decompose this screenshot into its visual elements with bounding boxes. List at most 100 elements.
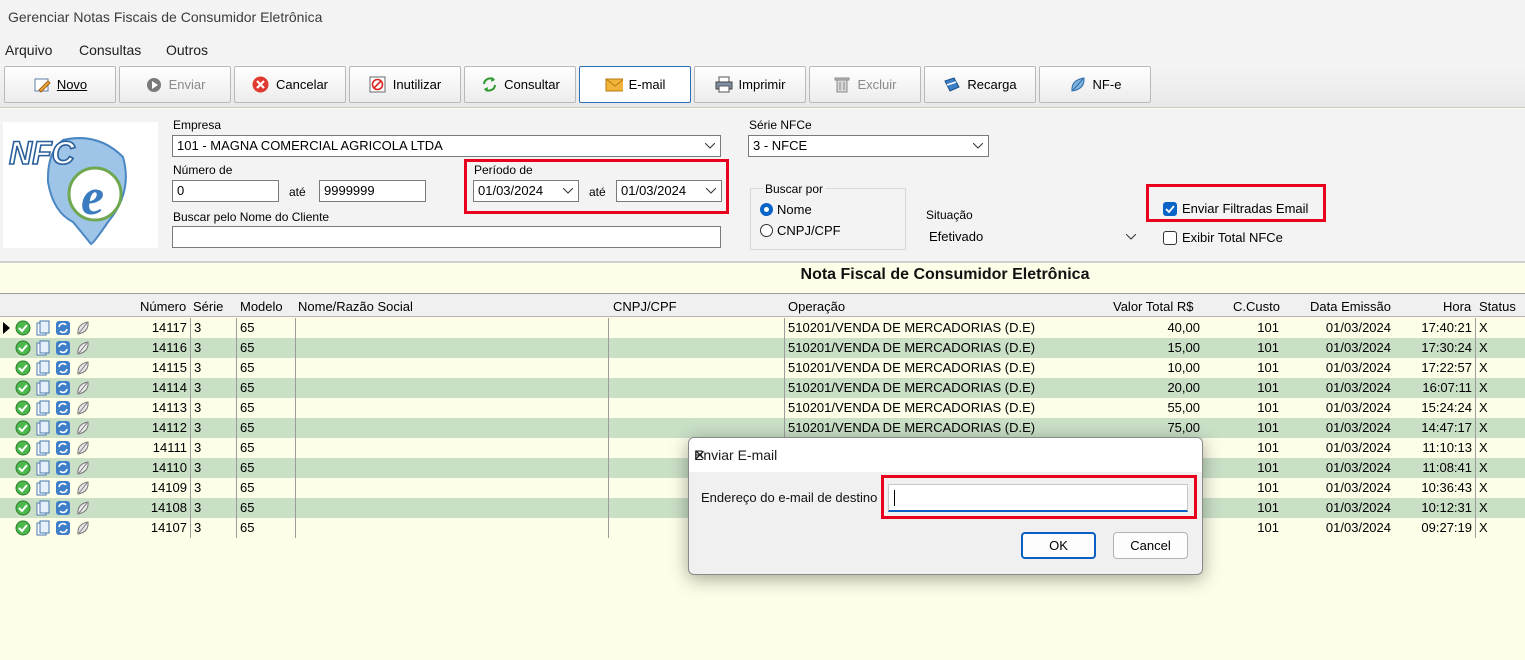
col-hora[interactable]: Hora	[1443, 299, 1471, 314]
copy-document-icon[interactable]	[34, 379, 51, 396]
cell-hora: 16:07:11	[1422, 380, 1472, 395]
table-row[interactable]: 14114 3 65 510201/VENDA DE MERCADORIAS (D.E…	[0, 378, 1525, 398]
copy-document-icon[interactable]	[34, 319, 51, 336]
authorized-check-icon[interactable]	[14, 439, 31, 456]
sync-icon[interactable]	[54, 459, 71, 476]
serie-select[interactable]: 3 - NFCE	[748, 135, 989, 157]
menu-arquivo[interactable]: Arquivo	[5, 42, 52, 58]
sync-icon[interactable]	[54, 519, 71, 536]
table-row[interactable]: 14116 3 65 510201/VENDA DE MERCADORIAS (D.E…	[0, 338, 1525, 358]
clip-leaf-icon[interactable]	[74, 479, 91, 496]
email-button[interactable]: E-mail	[579, 66, 691, 103]
sync-icon[interactable]	[54, 319, 71, 336]
authorized-check-icon[interactable]	[14, 519, 31, 536]
cell-hora: 17:30:24	[1421, 340, 1472, 355]
cell-data: 01/03/2024	[1325, 380, 1391, 395]
cell-separator	[236, 318, 237, 338]
copy-document-icon[interactable]	[34, 339, 51, 356]
ok-button[interactable]: OK	[1021, 532, 1096, 559]
col-status[interactable]: Status	[1479, 299, 1516, 314]
radio-cnpj[interactable]: CNPJ/CPF	[760, 223, 841, 238]
copy-document-icon[interactable]	[34, 359, 51, 376]
numero-from-input[interactable]: 0	[172, 180, 279, 202]
sync-icon[interactable]	[54, 359, 71, 376]
recarga-button[interactable]: Recarga	[924, 66, 1036, 103]
authorized-check-icon[interactable]	[14, 419, 31, 436]
col-valor[interactable]: Valor Total R$	[1113, 299, 1193, 314]
clip-leaf-icon[interactable]	[74, 319, 91, 336]
cell-separator	[295, 438, 296, 458]
clip-leaf-icon[interactable]	[74, 359, 91, 376]
inutilizar-button[interactable]: Inutilizar	[349, 66, 461, 103]
excluir-button[interactable]: Excluir	[809, 66, 921, 103]
clip-leaf-icon[interactable]	[74, 439, 91, 456]
copy-document-icon[interactable]	[34, 419, 51, 436]
numero-to-input[interactable]: 9999999	[319, 180, 426, 202]
clip-leaf-icon[interactable]	[74, 379, 91, 396]
table-row[interactable]: 14115 3 65 510201/VENDA DE MERCADORIAS (D.E…	[0, 358, 1525, 378]
sync-icon[interactable]	[54, 419, 71, 436]
sync-icon[interactable]	[54, 379, 71, 396]
authorized-check-icon[interactable]	[14, 319, 31, 336]
col-modelo[interactable]: Modelo	[240, 299, 283, 314]
copy-document-icon[interactable]	[34, 439, 51, 456]
clip-leaf-icon[interactable]	[74, 499, 91, 516]
chevron-down-icon	[700, 136, 720, 156]
authorized-check-icon[interactable]	[14, 479, 31, 496]
copy-document-icon[interactable]	[34, 519, 51, 536]
empresa-value: 101 - MAGNA COMERCIAL AGRICOLA LTDA	[177, 138, 443, 153]
enviar-button[interactable]: Enviar	[119, 66, 231, 103]
situacao-select[interactable]: Efetivado	[925, 225, 1141, 249]
sync-icon[interactable]	[54, 339, 71, 356]
menu-consultas[interactable]: Consultas	[79, 42, 141, 58]
authorized-check-icon[interactable]	[14, 339, 31, 356]
copy-document-icon[interactable]	[34, 459, 51, 476]
authorized-check-icon[interactable]	[14, 459, 31, 476]
authorized-check-icon[interactable]	[14, 499, 31, 516]
cancelar-button[interactable]: Cancelar	[234, 66, 346, 103]
nfe-button[interactable]: NF-e	[1039, 66, 1151, 103]
imprimir-button[interactable]: Imprimir	[694, 66, 806, 103]
clip-leaf-icon[interactable]	[74, 459, 91, 476]
col-ccusto[interactable]: C.Custo	[1233, 299, 1280, 314]
copy-document-icon[interactable]	[34, 499, 51, 516]
copy-document-icon[interactable]	[34, 479, 51, 496]
clip-leaf-icon[interactable]	[74, 419, 91, 436]
close-icon[interactable]: ✕	[694, 447, 1190, 464]
cell-modelo: 65	[240, 480, 255, 495]
cell-separator	[190, 338, 191, 358]
col-nome[interactable]: Nome/Razão Social	[298, 299, 413, 314]
cell-separator	[608, 418, 609, 438]
copy-document-icon[interactable]	[34, 399, 51, 416]
cell-separator	[784, 418, 785, 438]
radio-nome[interactable]: Nome	[760, 202, 812, 217]
empresa-select[interactable]: 101 - MAGNA COMERCIAL AGRICOLA LTDA	[172, 135, 721, 157]
clip-leaf-icon[interactable]	[74, 519, 91, 536]
novo-button[interactable]: Novo	[4, 66, 116, 103]
cell-separator	[295, 458, 296, 478]
sync-icon[interactable]	[54, 399, 71, 416]
cell-hora: 14:47:17	[1421, 420, 1472, 435]
cell-ccusto: 101	[1257, 440, 1279, 455]
authorized-check-icon[interactable]	[14, 399, 31, 416]
table-row[interactable]: 14112 3 65 510201/VENDA DE MERCADORIAS (D.E…	[0, 418, 1525, 438]
col-data[interactable]: Data Emissão	[1310, 299, 1391, 314]
col-operacao[interactable]: Operação	[788, 299, 845, 314]
sync-icon[interactable]	[54, 499, 71, 516]
exibir-total-checkbox[interactable]: Exibir Total NFCe	[1163, 230, 1283, 245]
cancel-button[interactable]: Cancel	[1113, 532, 1188, 559]
authorized-check-icon[interactable]	[14, 379, 31, 396]
col-numero[interactable]: Número	[140, 299, 186, 314]
clip-leaf-icon[interactable]	[74, 399, 91, 416]
table-row[interactable]: 14113 3 65 510201/VENDA DE MERCADORIAS (D.E…	[0, 398, 1525, 418]
clip-leaf-icon[interactable]	[74, 339, 91, 356]
authorized-check-icon[interactable]	[14, 359, 31, 376]
table-row[interactable]: 14117 3 65 510201/VENDA DE MERCADORIAS (D.E…	[0, 318, 1525, 338]
sync-icon[interactable]	[54, 479, 71, 496]
menu-outros[interactable]: Outros	[166, 42, 208, 58]
sync-icon[interactable]	[54, 439, 71, 456]
consultar-button[interactable]: Consultar	[464, 66, 576, 103]
col-serie[interactable]: Série	[193, 299, 223, 314]
col-cnpj[interactable]: CNPJ/CPF	[613, 299, 677, 314]
cliente-input[interactable]	[172, 226, 721, 248]
